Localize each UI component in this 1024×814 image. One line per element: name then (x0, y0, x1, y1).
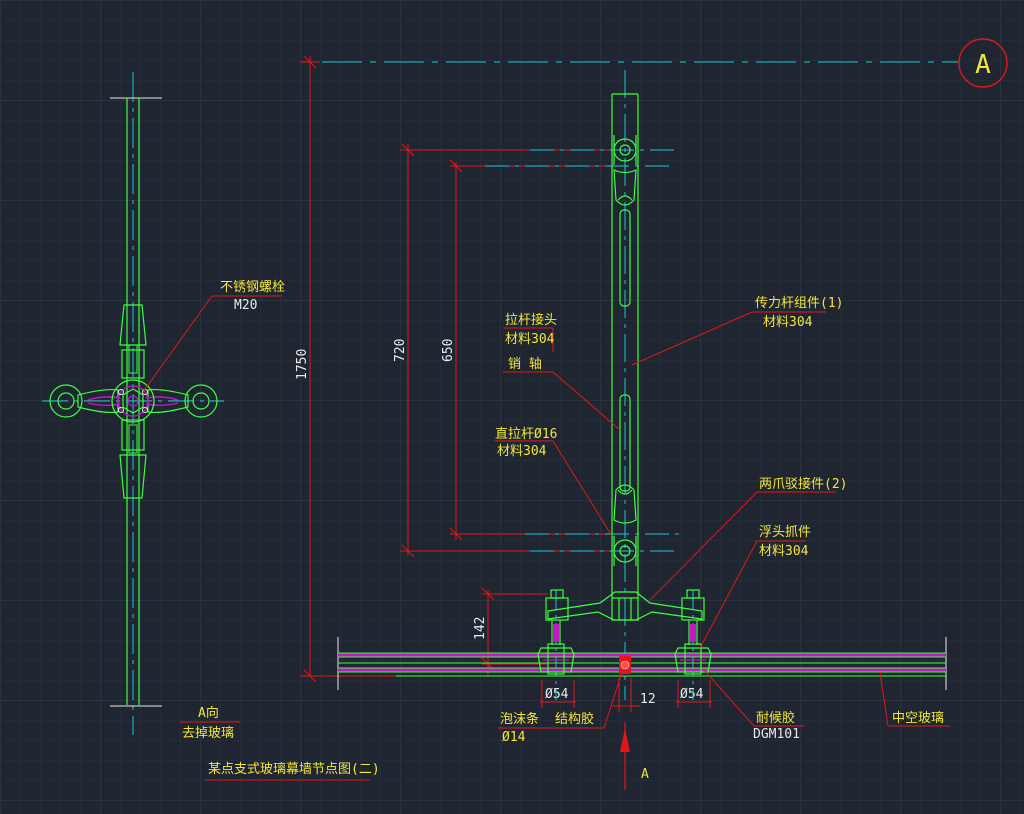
dim-base: 142 (473, 617, 488, 640)
dim-overall: 1750 (295, 349, 310, 380)
callout-spider-fitting-name: 两爪驳接件(2) (759, 476, 847, 492)
callout-vertical-rod-material: 材料304 (497, 444, 547, 459)
callout-floating-head-material: 材料304 (759, 544, 809, 559)
callout-pin-name: 销 轴 (508, 357, 542, 372)
callout-bolt-spec: M20 (234, 298, 257, 313)
callout-foam-strip-spec: Ø14 (502, 730, 526, 745)
cad-drawing-canvas: 不锈钢螺栓 M20 A向 去掉玻璃 某点支式玻璃幕墙节点图(二) A 1750 … (0, 0, 1024, 814)
callout-insulated-glass-name: 中空玻璃 (892, 711, 944, 726)
dim-outer: 720 (393, 339, 408, 362)
callout-rod-connector-material: 材料304 (505, 332, 555, 347)
section-marker-label: A (641, 767, 649, 782)
callout-truss-member-material: 材料304 (763, 315, 813, 330)
view-label: A向 (198, 705, 219, 721)
grid-bubble-label: A (975, 50, 991, 80)
view-sublabel: 去掉玻璃 (182, 726, 234, 741)
callout-rod-connector-name: 拉杆接头 (505, 312, 557, 328)
callout-weather-sealant-spec: DGM101 (753, 727, 800, 742)
dim-hole-right: Ø54 (680, 687, 704, 702)
callout-foam-strip-name: 泡沫条 (500, 711, 539, 727)
dim-gap: 12 (640, 692, 656, 707)
callout-floating-head-name: 浮头抓件 (759, 525, 811, 540)
callout-bolt-name: 不锈钢螺栓 (220, 280, 285, 295)
dim-hole-left: Ø54 (545, 687, 569, 702)
dim-inner: 650 (441, 339, 456, 362)
callout-vertical-rod-name: 直拉杆Ø16 (495, 427, 557, 442)
drawing-title: 某点支式玻璃幕墙节点图(二) (208, 762, 380, 777)
callout-weather-sealant-name: 耐候胶 (756, 710, 795, 726)
callout-truss-member-name: 传力杆组件(1) (755, 296, 843, 311)
callout-structural-sealant-name: 结构胶 (555, 711, 594, 727)
